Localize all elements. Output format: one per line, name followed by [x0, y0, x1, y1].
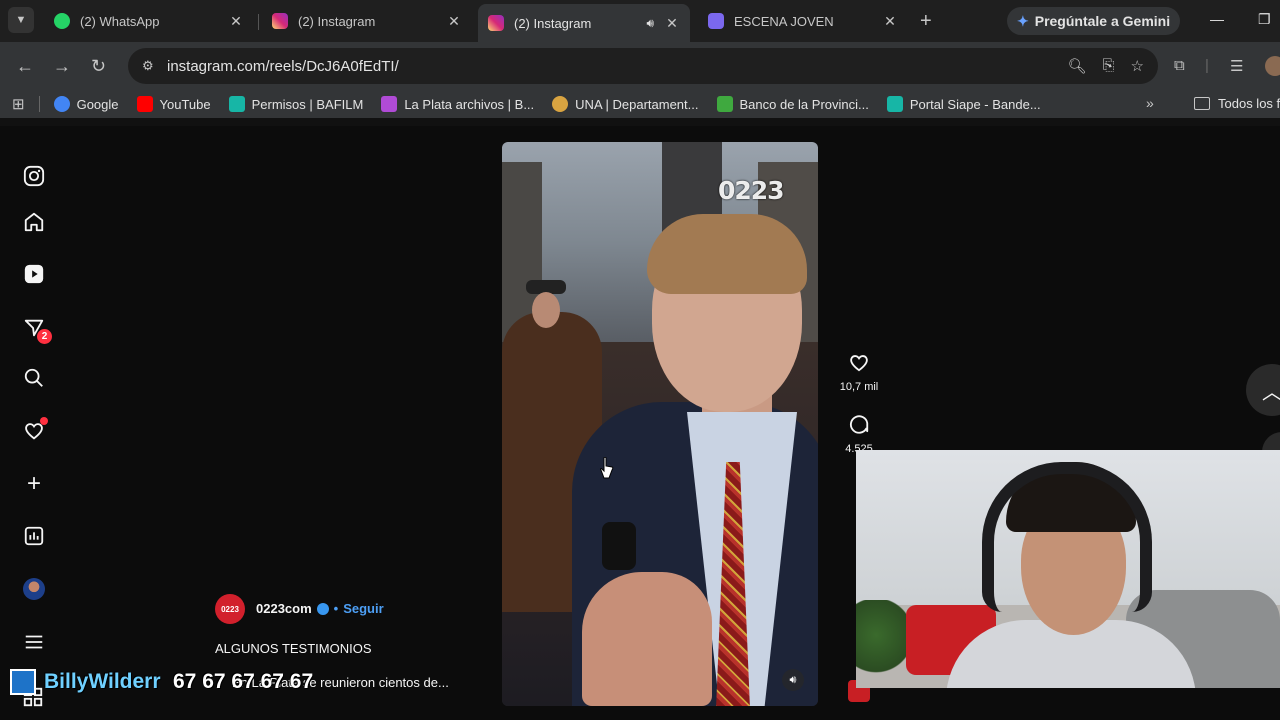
whatsapp-icon — [54, 13, 70, 29]
chevron-up-icon: ︿ — [1262, 381, 1280, 404]
notification-dot — [40, 417, 48, 425]
menu-icon[interactable] — [22, 630, 46, 654]
reels-icon[interactable] — [22, 262, 46, 286]
webcam-overlay — [856, 450, 1280, 688]
tab-search-button[interactable]: ▼ — [8, 7, 34, 33]
bafilm-icon — [228, 96, 245, 112]
speaker-icon: 🔊︎ — [789, 673, 797, 686]
comment-icon — [850, 415, 869, 434]
mute-toggle[interactable]: 🔊︎ — [782, 669, 804, 691]
create-icon[interactable]: + — [22, 470, 46, 497]
bookmark-google[interactable]: Google — [53, 96, 119, 112]
webcam-plant — [856, 600, 906, 688]
banco-icon — [716, 96, 733, 112]
bookmark-bafilm[interactable]: Permisos | BAFILM — [228, 96, 363, 112]
comment-button[interactable]: 4.525 — [836, 412, 882, 455]
google-icon — [53, 96, 70, 112]
instagram-icon — [488, 15, 504, 31]
more-bookmarks-icon[interactable]: » — [1146, 95, 1154, 111]
new-tab-button[interactable]: + — [920, 10, 932, 33]
toolbar-divider: | — [1205, 57, 1209, 74]
close-tab-icon[interactable]: ✕ — [446, 13, 462, 30]
streamer-logo-icon — [10, 669, 36, 695]
gemini-button[interactable]: ✦ Pregúntale a Gemini — [1007, 7, 1181, 35]
streamer-tag: BillyWilderr — [10, 669, 161, 695]
close-tab-icon[interactable]: ✕ — [228, 13, 244, 30]
heart-icon[interactable] — [22, 417, 48, 443]
bookmarks-divider — [38, 96, 40, 112]
speaker-icon[interactable]: 🔊︎ — [646, 16, 654, 31]
extensions-icon[interactable]: ⧉ — [1174, 57, 1185, 74]
stream-overlay-text: 67 67 67 67 67 — [173, 670, 314, 693]
author-avatar[interactable]: 0223 — [215, 594, 245, 624]
zoom-icon[interactable]: 🔍︎ — [1067, 57, 1086, 75]
video-hand — [582, 572, 712, 706]
tab-instagram-active[interactable]: (2) Instagram 🔊︎ ✕ — [478, 4, 690, 42]
youtube-icon — [136, 96, 153, 112]
reel-video[interactable]: 0223 🔊︎ — [502, 142, 818, 706]
minimize-button[interactable]: — — [1210, 11, 1224, 27]
forward-button[interactable]: → — [53, 56, 71, 77]
bookmark-una[interactable]: UNA | Departament... — [552, 96, 699, 112]
install-app-icon[interactable]: ⎘ — [1103, 57, 1115, 75]
search-icon[interactable] — [22, 366, 46, 390]
address-bar[interactable]: ⚙ instagram.com/reels/DcJ6A0fEdTI/ 🔍︎ ⎘ … — [128, 48, 1158, 84]
author-handle[interactable]: 0223com — [256, 601, 312, 616]
heart-icon — [850, 355, 868, 372]
home-icon[interactable] — [22, 210, 46, 234]
bookmark-portal-siape[interactable]: Portal Siape - Bande... — [886, 96, 1041, 112]
browser-toolbar: ← → ↻ ⚙ instagram.com/reels/DcJ6A0fEdTI/… — [0, 42, 1280, 90]
bookmarks-folder[interactable]: Todos los fa — [1194, 96, 1280, 111]
dashboard-icon[interactable] — [22, 524, 46, 548]
siape-icon — [886, 96, 903, 112]
streamer-name: BillyWilderr — [44, 670, 161, 693]
tab-escena-joven[interactable]: ESCENA JOVEN ✕ — [698, 5, 908, 37]
la-plata-icon — [381, 96, 398, 112]
chevron-down-icon: ▼ — [15, 14, 27, 26]
follow-button[interactable]: Seguir — [343, 601, 383, 616]
mouse-cursor-icon — [600, 457, 614, 479]
instagram-icon — [272, 13, 288, 29]
close-tab-icon[interactable]: ✕ — [664, 15, 680, 32]
back-button[interactable]: ← — [16, 56, 34, 77]
bookmark-youtube[interactable]: YouTube — [136, 96, 211, 112]
author-row: 0223com • Seguir — [256, 601, 384, 616]
apps-grid-icon[interactable]: ⊞ — [12, 95, 25, 113]
separator-dot: • — [333, 601, 339, 616]
close-tab-icon[interactable]: ✕ — [882, 13, 898, 30]
folder-icon — [1194, 97, 1210, 110]
tab-whatsapp[interactable]: (2) WhatsApp ✕ — [44, 5, 254, 37]
instagram-sidebar: 2 + — [0, 126, 68, 720]
tab-divider — [258, 14, 259, 30]
bookmark-banco-provincia[interactable]: Banco de la Provinci... — [716, 96, 869, 112]
video-hair — [647, 214, 807, 294]
bookmarks-bar: ⊞ Google YouTube Permisos | BAFILM La Pl… — [0, 90, 1280, 118]
notification-badge: 2 — [37, 329, 52, 344]
restore-button[interactable]: ❐ — [1258, 11, 1271, 28]
like-button[interactable]: 10,7 mil — [836, 352, 882, 393]
una-icon — [552, 96, 569, 112]
reload-button[interactable]: ↻ — [91, 56, 106, 77]
verified-badge-icon — [316, 602, 329, 615]
headset-icon — [982, 462, 1152, 612]
doc-icon — [708, 13, 724, 29]
video-background-face — [532, 292, 560, 328]
tab-instagram-1[interactable]: (2) Instagram ✕ — [262, 5, 472, 37]
video-watermark: 0223 — [718, 176, 785, 205]
media-control-icon[interactable]: ☰ — [1230, 57, 1243, 75]
instagram-logo-icon[interactable] — [22, 164, 46, 188]
profile-avatar[interactable] — [1265, 56, 1280, 76]
bookmark-star-icon[interactable]: ☆ — [1131, 57, 1144, 75]
site-info-icon[interactable]: ⚙ — [142, 58, 158, 74]
messages-icon[interactable]: 2 — [22, 316, 52, 344]
caption-title: ALGUNOS TESTIMONIOS — [215, 641, 372, 656]
profile-avatar-icon[interactable] — [22, 577, 46, 601]
gemini-icon: ✦ — [1017, 12, 1029, 29]
address-bar-actions: 🔍︎ ⎘ ☆ — [1067, 57, 1144, 75]
tab-strip: ▼ (2) WhatsApp ✕ (2) Instagram ✕ (2) Ins… — [0, 0, 1280, 42]
page-top-edge — [0, 118, 1280, 126]
bookmark-la-plata[interactable]: La Plata archivos | B... — [381, 96, 534, 112]
like-count: 10,7 mil — [839, 381, 879, 393]
video-microphone — [602, 522, 636, 570]
